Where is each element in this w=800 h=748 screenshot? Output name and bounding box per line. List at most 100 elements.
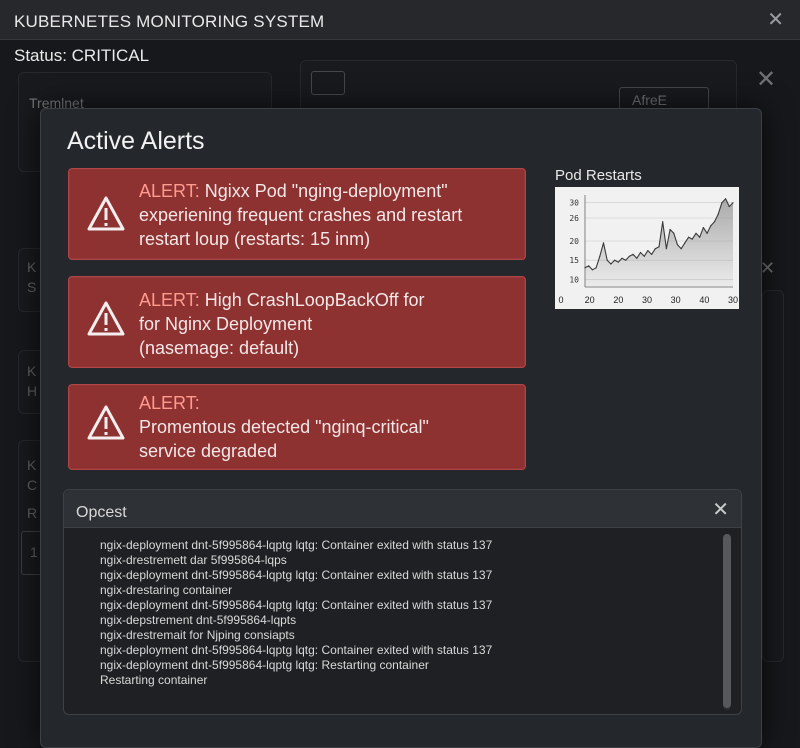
bg-panel-f — [762, 290, 784, 662]
x-tick-label: 20 — [613, 295, 623, 305]
warning-triangle-icon — [87, 405, 125, 440]
alert-label: ALERT: — [139, 181, 200, 201]
data-point — [625, 259, 627, 261]
x-tick-label: 30 — [728, 295, 738, 305]
bg-close-icon-2: ✕ — [760, 258, 776, 278]
x-tick-label: 40 — [699, 295, 709, 305]
alert-label: ALERT: — [139, 393, 200, 413]
data-point — [658, 246, 660, 248]
data-point — [617, 261, 619, 263]
alert-line-1-text: Ngixx Pod "nging-deployment" — [204, 181, 448, 201]
data-point — [584, 267, 586, 269]
x-tick-label: 30 — [642, 295, 652, 305]
active-alerts-dialog: Active Alerts ALERT: Ngixx Pod "nging-de… — [40, 108, 762, 748]
data-point — [717, 213, 719, 215]
alert-line-2: experiening frequent crashes and restart — [139, 205, 463, 225]
data-point — [713, 221, 716, 223]
data-point — [606, 259, 608, 261]
alert-text: ALERT: Promentous detected "nginq-critic… — [139, 391, 429, 463]
y-tick-label: 15 — [569, 256, 579, 265]
log-line: ngix-drestremait for Njping consiapts — [100, 628, 295, 642]
alert-text: ALERT: High CrashLoopBackOff for for Ngi… — [139, 288, 425, 360]
series-area — [585, 198, 733, 287]
alert-card[interactable]: ALERT: Promentous detected "nginq-critic… — [68, 384, 526, 470]
bg-panel-e-text-a: K — [27, 457, 37, 473]
data-point — [654, 248, 656, 250]
log-line: ngix-deployment dnt-5f995864-lqptg lqtg:… — [100, 598, 493, 612]
data-point — [595, 267, 597, 269]
alert-line-1-text: High CrashLoopBackOff for — [204, 290, 425, 310]
alert-card[interactable]: ALERT: High CrashLoopBackOff for for Ngi… — [68, 276, 526, 368]
log-scrollbar-thumb[interactable] — [723, 534, 731, 708]
alert-line-1: ALERT: High CrashLoopBackOff for — [139, 288, 425, 312]
data-point — [676, 244, 679, 246]
data-point — [610, 263, 612, 265]
data-point — [728, 205, 730, 208]
data-point — [632, 253, 634, 255]
data-point — [662, 221, 664, 223]
log-scrollbar[interactable] — [723, 534, 731, 710]
chart-title: Pod Restarts — [555, 167, 642, 184]
chart-svg: 30 26 20 15 10 0 20 20 30 30 40 30 — [558, 195, 738, 305]
data-point — [721, 202, 723, 204]
alert-line-3: restart loup (restarts: 15 inm) — [139, 229, 371, 249]
data-point — [688, 236, 690, 238]
y-tick-label: 10 — [569, 275, 579, 284]
data-point — [725, 198, 727, 200]
alert-line-1: Promentous detected "nginq-critical" — [139, 417, 429, 437]
data-point — [647, 250, 649, 252]
data-point — [628, 255, 630, 257]
data-point — [691, 238, 693, 240]
x-tick-label: 20 — [585, 295, 595, 305]
dialog-title: Active Alerts — [67, 127, 205, 155]
alert-text: ALERT: Ngixx Pod "nging-deployment" expe… — [139, 179, 462, 251]
bg-select-label: AfreE — [632, 92, 668, 108]
data-point — [591, 269, 593, 271]
log-line: Restarting container — [100, 673, 208, 687]
alert-line-3: (nasemage: default) — [139, 338, 300, 358]
output-title: Opcest — [76, 504, 127, 521]
y-tick-label: 20 — [569, 237, 579, 246]
log-line: ngix-deployment dnt-5f995864-lqptg lqtg:… — [100, 568, 493, 582]
bg-panel-d-text-b: H — [27, 383, 38, 399]
bg-panel-e-text-c: R — [27, 505, 38, 521]
data-point — [621, 257, 623, 259]
data-point — [710, 225, 712, 227]
x-tick-label: 0 — [558, 295, 563, 305]
data-point — [702, 227, 704, 229]
alert-line-2: for Nginx Deployment — [139, 314, 313, 334]
y-tick-label: 30 — [569, 199, 579, 208]
warning-triangle-icon — [87, 301, 125, 336]
log-line: ngix-deployment dnt-5f995864-lqptg lqtg:… — [100, 643, 493, 657]
alert-line-1: ALERT: Ngixx Pod "nging-deployment" — [139, 179, 462, 203]
data-point — [673, 232, 675, 234]
data-point — [643, 255, 645, 257]
bg-input-text: 1 — [30, 544, 38, 560]
data-point — [651, 253, 653, 255]
data-point — [614, 259, 616, 261]
data-point — [706, 232, 708, 234]
log-line: ngix-drestremett dar 5f995864-lqps — [100, 553, 287, 567]
data-point — [732, 202, 734, 204]
bg-panel-e-text-b: C — [27, 477, 38, 493]
bg-menu-icon — [311, 71, 345, 95]
log-line: ngix-deployment dnt-5f995864-lqptg lqtg:… — [100, 658, 429, 672]
log-line: ngix-drestaring container — [100, 583, 233, 597]
bg-panel-d-text-a: K — [27, 363, 37, 379]
data-point — [602, 242, 605, 244]
data-point — [695, 232, 697, 234]
log-list: ngix-deployment dnt-5f995864-lqptg lqtg:… — [100, 538, 700, 688]
output-close-button[interactable]: ✕ — [712, 500, 729, 520]
data-point — [599, 255, 601, 257]
log-line: ngix-deployment dnt-5f995864-lqptg lqtg:… — [100, 538, 493, 552]
data-point — [680, 248, 682, 250]
data-point — [684, 242, 686, 244]
x-tick-label: 30 — [671, 295, 681, 305]
bg-panel-c-text-a: K — [27, 259, 37, 275]
alert-card[interactable]: ALERT: Ngixx Pod "nging-deployment" expe… — [68, 168, 526, 260]
bg-close-icon: ✕ — [756, 66, 777, 93]
data-point — [636, 257, 638, 259]
output-header: Opcest ✕ — [64, 490, 741, 528]
alert-label: ALERT: — [139, 290, 200, 310]
output-panel: Opcest ✕ ngix-deployment dnt-5f995864-lq… — [63, 489, 742, 715]
